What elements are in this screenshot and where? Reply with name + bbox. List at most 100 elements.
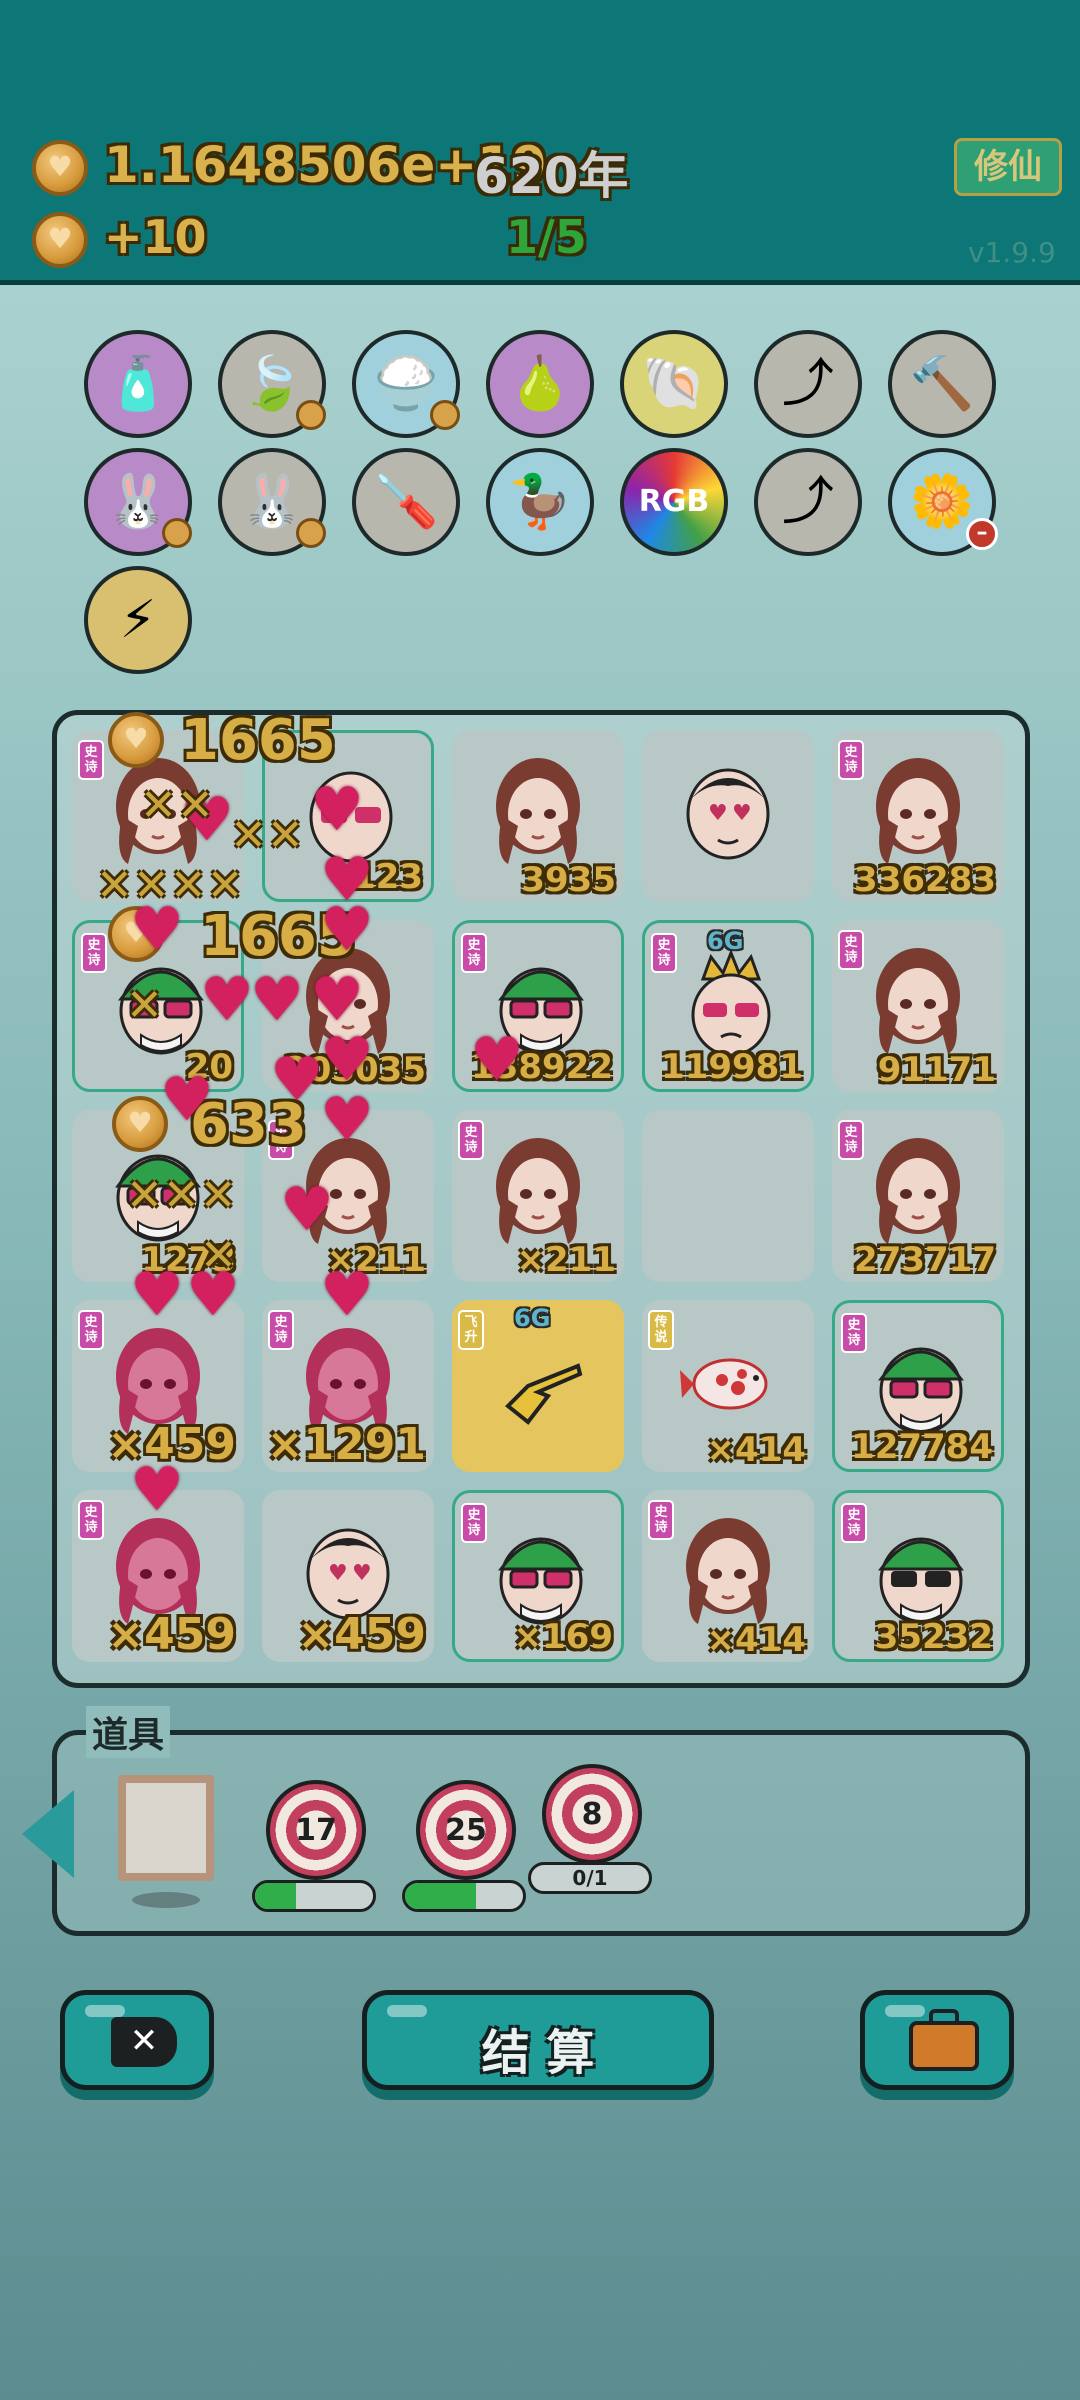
coin-income: +10 [104,210,207,264]
tools-title: 道具 [86,1706,171,1758]
board-cell[interactable]: 史诗 336283 [832,730,1004,902]
button-shine [885,2005,925,2017]
cell-value: 35232 [874,1617,993,1657]
heart-icon: ♥ [320,1260,374,1330]
pomelo-icon[interactable]: 🍐 [486,330,594,438]
target-8[interactable]: 8 [542,1764,642,1864]
target-progress-bar: 0/1 [528,1862,652,1894]
upgrade-arrow-icon[interactable]: ⤴ [754,330,862,438]
upgrade-arrow-icon[interactable]: ⤴ [754,448,862,556]
heart-icon: ♥ [470,1025,524,1095]
board-cell[interactable]: 传说 ×414 [642,1300,814,1472]
year-counter: 620年 [474,147,629,205]
cross-mark: ✕✕✕ [126,1170,237,1221]
board-cell[interactable]: 史诗 ×169 [452,1490,624,1662]
rice-bowl-icon[interactable]: 🍚 [352,330,460,438]
cell-value: 91171 [877,1050,996,1090]
svg-text:♥: ♥ [352,1561,372,1586]
board-cell[interactable]: 史诗 6G 119981 [642,920,814,1092]
cell-value: ×414 [706,1620,806,1660]
rarity-tag: 史诗 [268,1310,294,1350]
svg-text:♥: ♥ [708,801,728,826]
screwdriver-icon[interactable]: 🪛 [352,448,460,556]
coin-icon [32,212,88,268]
level-label: 6G [514,1304,551,1332]
settle-label: 结 算 [481,2025,595,2081]
hammer-icon[interactable]: 🔨 [888,330,996,438]
rarity-tag: 史诗 [78,740,104,780]
cell-value: ×211 [516,1240,616,1280]
rarity-tag: 史诗 [838,930,864,970]
target-value: 17 [295,1812,337,1848]
board-cell[interactable]: 飞升 6G [452,1300,624,1472]
board-cell[interactable]: 史诗 127784 [832,1300,1004,1472]
heart-icon: ♥ [320,1085,374,1155]
coin-badge-icon [296,518,326,548]
board-cell[interactable]: 史诗 273717 [832,1110,1004,1282]
rarity-tag: 史诗 [461,1503,487,1543]
heart-icon: ♥ [160,1065,214,1135]
shell-icon[interactable]: 🐚 [620,330,728,438]
progress-fill [255,1883,297,1909]
xiuxian-button[interactable]: 修仙 [954,138,1062,196]
rarity-tag: 史诗 [651,933,677,973]
coin-badge-icon [162,518,192,548]
target-25[interactable]: 25 [416,1780,516,1880]
board-cell[interactable] [642,1110,814,1282]
rgb-icon[interactable]: RGB [620,448,728,556]
heart-icon: ♥ [130,1260,184,1330]
heart-icon: ♥ [310,775,364,845]
rarity-tag: 史诗 [648,1500,674,1540]
scroll-left-arrow-icon[interactable] [22,1790,74,1878]
coin-icon [108,712,164,768]
tool-slot[interactable] [118,1775,214,1881]
flower-pot-icon[interactable]: 🌼 – [888,448,998,556]
delete-button[interactable]: ✕ [60,1990,214,2090]
heart-icon: ♥ [320,895,374,965]
board-cell[interactable]: 史诗 ×211 [452,1110,624,1282]
board-cell[interactable]: 史诗 35232 [832,1490,1004,1662]
fx-number: 1665 [180,708,336,773]
cell-value: ×1291 [266,1419,426,1470]
board-cell[interactable]: ♥ ♥ [642,730,814,902]
rarity-tag: 传说 [648,1310,674,1350]
rabbit-icon[interactable]: 🐰 [84,448,192,556]
target-17[interactable]: 17 [266,1780,366,1880]
rabbit-icon[interactable]: 🐰 [218,448,326,556]
svg-text:♥: ♥ [732,801,752,826]
board-cell[interactable]: 史诗 91171 [832,920,1004,1092]
settle-button[interactable]: 结 算 [362,1990,714,2090]
tool-shadow [132,1892,200,1908]
briefcase-handle [929,2009,959,2025]
stage-progress: 1/5 [506,210,587,264]
cell-value: 3935 [521,860,616,900]
rarity-tag: 史诗 [838,1120,864,1160]
board-cell[interactable]: ♥ ♥ ×459 [262,1490,434,1662]
cell-value: 273717 [854,1240,996,1280]
target-progress-bar [252,1880,376,1912]
cross-mark: ✕✕ [230,810,304,861]
rarity-tag: 史诗 [841,1503,867,1543]
heart-icon: ♥ [320,1025,374,1095]
cell-value: 127784 [851,1427,993,1467]
rarity-tag: 史诗 [461,933,487,973]
board-cell[interactable]: 3935 [452,730,624,902]
top-bar: 1.1648506e+19 620年 +10 1/5 修仙 v1.9.9 [0,0,1080,285]
rarity-tag: 史诗 [81,933,107,973]
cell-value: 336283 [854,860,996,900]
heart-icon: ♥ [250,965,304,1035]
progress-fill [405,1883,476,1909]
heart-icon: ♥ [280,1175,334,1245]
leaf-icon[interactable]: 🍃 [218,330,326,438]
level-label: 6G [707,927,744,955]
duck-pot-icon[interactable]: 🦆 [486,448,594,556]
target-value: 8 [581,1796,603,1832]
lightning-icon[interactable]: ⚡ [84,566,192,674]
coin-badge-icon [430,400,460,430]
bag-button[interactable] [860,1990,1014,2090]
rarity-tag: 史诗 [78,1500,104,1540]
spray-bottle-icon[interactable]: 🧴 [84,330,192,438]
target-progress-bar [402,1880,526,1912]
rarity-tag: 史诗 [458,1120,484,1160]
board-cell[interactable]: 史诗 ×414 [642,1490,814,1662]
